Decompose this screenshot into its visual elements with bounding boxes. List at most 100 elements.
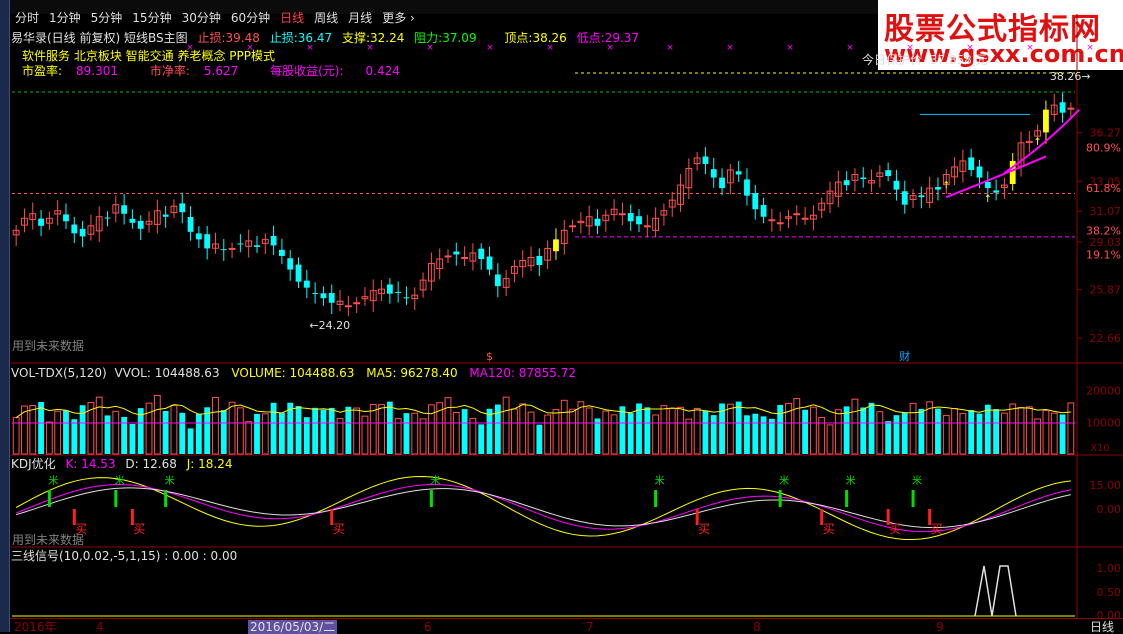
volume-bar <box>236 407 244 455</box>
volume-ma5-line <box>15 404 1071 418</box>
volume-bar <box>1059 414 1066 454</box>
volume-bar <box>195 413 202 454</box>
signal-x-marker: × <box>786 43 794 53</box>
volume-bar <box>552 409 560 455</box>
kdj-tick-label: 15.00 <box>1090 479 1122 492</box>
candle-body <box>793 213 801 216</box>
volume-bar <box>1009 403 1017 455</box>
volume-bar <box>951 408 958 455</box>
candle-body <box>935 187 941 190</box>
signal-x-marker: × <box>726 43 734 53</box>
volume-bar <box>834 409 842 455</box>
candle-body <box>594 218 601 226</box>
volume-bar <box>295 406 302 454</box>
volume-bar <box>71 419 78 454</box>
signal-x-marker: × <box>666 43 674 53</box>
candle-body <box>104 217 111 219</box>
candle-body <box>1043 109 1049 133</box>
candle-body <box>386 284 393 294</box>
volume-bar <box>527 411 535 455</box>
vol-legend: VOL-TDX(5,120) VVOL: 104488.63 VOLUME: 1… <box>11 366 577 380</box>
signal-x-marker: × <box>1086 43 1094 53</box>
candle-body <box>79 228 86 237</box>
volume-bar <box>585 407 593 455</box>
candle-body <box>71 224 78 234</box>
volume-bar <box>968 409 975 454</box>
price-tick-label: 22.66 <box>1090 332 1122 345</box>
volume-bar <box>486 408 493 454</box>
volume-bar <box>577 401 585 455</box>
candle-body <box>776 222 784 225</box>
candle-body <box>710 169 717 178</box>
sell-signal-mark: 米 <box>430 474 440 487</box>
signal-x-marker: × <box>426 43 434 53</box>
volume-bar <box>959 412 967 455</box>
sell-signal-bar <box>654 490 658 507</box>
candle-body <box>344 305 352 308</box>
volume-bar <box>610 414 618 455</box>
volume-bar <box>320 409 327 454</box>
price-tick-label: 29.03 <box>1090 236 1122 249</box>
volume-bar <box>187 428 194 454</box>
candle-body <box>901 191 908 205</box>
volume-bar <box>270 402 277 454</box>
volume-bar <box>312 407 319 454</box>
candle-body <box>220 249 227 251</box>
volume-bar <box>220 410 227 454</box>
volume-bar <box>254 413 260 454</box>
candle-body <box>1009 160 1016 185</box>
sanxian-title: 三线信号(10,0.02,-5,1,15) : 0.00 : 0.00 <box>11 549 238 563</box>
volume-bar <box>336 417 344 455</box>
volume-bar <box>809 406 817 455</box>
candle-body <box>768 219 776 222</box>
signal-x-marker: × <box>246 43 254 53</box>
candle-body <box>312 292 319 294</box>
signal-x-marker: × <box>366 43 374 53</box>
candle-body <box>63 214 69 222</box>
volume-bar <box>378 404 385 455</box>
buy-arrow: ↑ <box>1075 0 1083 3</box>
volume-bar <box>660 405 668 455</box>
sell-signal-bar <box>114 490 118 507</box>
volume-bar <box>885 421 892 454</box>
volume-bar <box>876 411 884 455</box>
volume-bar <box>1025 406 1033 455</box>
volume-bar <box>544 414 552 455</box>
volume-bar <box>204 407 211 454</box>
volume-bar <box>369 404 377 455</box>
fib-tick-label: 61.8% <box>1086 182 1121 195</box>
volume-bar <box>419 418 427 455</box>
candle-body <box>1059 102 1066 113</box>
sell-signal-mark: 米 <box>912 474 922 487</box>
candle-body <box>618 213 626 216</box>
volume-bar <box>469 417 477 455</box>
candle-body <box>569 225 576 228</box>
volume-bar <box>38 402 44 454</box>
volume-bar <box>1034 418 1042 455</box>
candle-body <box>237 243 244 245</box>
volume-bar <box>777 405 784 454</box>
signal-x-marker: × <box>1026 43 1034 53</box>
volume-bar <box>826 424 834 455</box>
signal-tick-label: 0.50 <box>1097 586 1122 599</box>
candle-body <box>968 157 975 170</box>
price-tick-label: 31.07 <box>1090 205 1122 218</box>
volume-bar <box>104 415 111 454</box>
volume-bar <box>145 402 153 455</box>
candle-body <box>187 217 194 232</box>
volume-bar <box>536 424 543 454</box>
high-price-label: 38.26→ <box>1050 70 1091 83</box>
candle-body <box>295 264 302 282</box>
kdj-tick-label: 0.00 <box>1097 503 1122 516</box>
volume-bar <box>677 406 684 455</box>
volume-bar <box>345 406 352 454</box>
candle-body <box>328 293 335 303</box>
volume-bar <box>976 413 983 454</box>
volume-bar <box>170 404 178 455</box>
volume-bar <box>245 421 253 455</box>
volume-bar <box>868 402 875 454</box>
candle-body <box>270 235 277 246</box>
candle-body <box>760 204 767 217</box>
volume-bar <box>793 398 801 455</box>
volume-bar <box>63 410 69 454</box>
